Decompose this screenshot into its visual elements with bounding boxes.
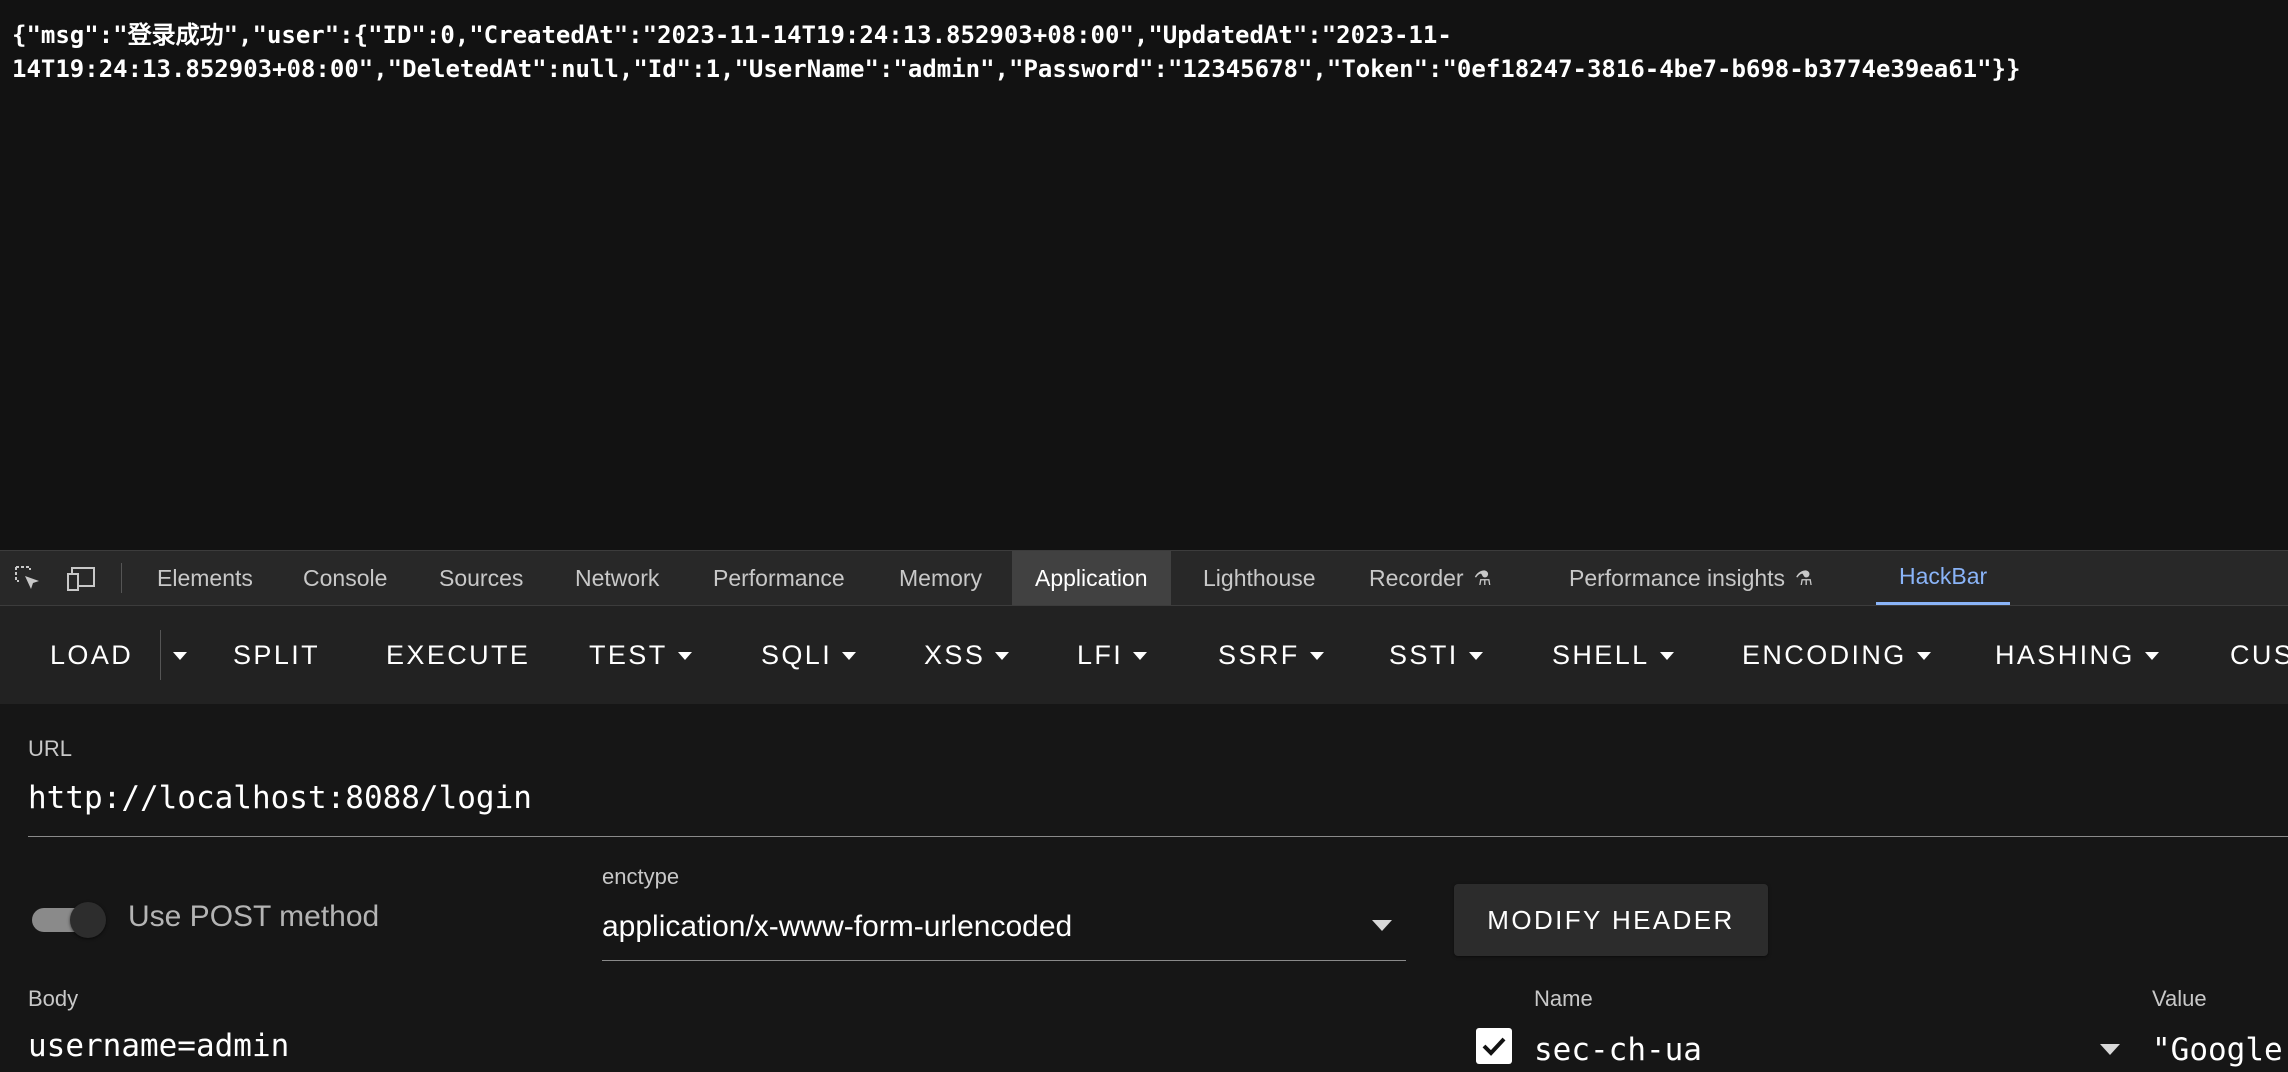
test-menu-button[interactable]: TEST bbox=[589, 606, 692, 704]
shell-menu-button[interactable]: SHELL bbox=[1552, 606, 1674, 704]
header-value-input[interactable]: "Google bbox=[2152, 1032, 2283, 1068]
body-label: Body bbox=[28, 986, 79, 1011]
url-input-underline bbox=[28, 836, 2288, 837]
tab-application[interactable]: Application bbox=[1012, 551, 1171, 605]
tab-console[interactable]: Console bbox=[280, 551, 410, 605]
header-enabled-checkbox[interactable] bbox=[1476, 1028, 1512, 1064]
lfi-menu-button[interactable]: LFI bbox=[1077, 606, 1148, 704]
chevron-down-icon bbox=[1133, 652, 1148, 660]
devtools-panel: Elements Console Sources Network Perform… bbox=[0, 550, 2288, 1072]
modify-header-button[interactable]: MODIFY HEADER bbox=[1454, 884, 1768, 956]
custom-menu-button[interactable]: CUS bbox=[2230, 606, 2288, 704]
chevron-down-icon bbox=[2144, 652, 2159, 660]
json-response: {"msg":"登录成功","user":{"ID":0,"CreatedAt"… bbox=[12, 18, 2272, 86]
response-line-2: 14T19:24:13.852903+08:00","DeletedAt":nu… bbox=[12, 55, 2021, 83]
header-value-label: Value bbox=[2152, 986, 2207, 1011]
chevron-down-icon[interactable] bbox=[1372, 920, 1392, 931]
tab-performance-insights[interactable]: Performance insights ⚗ bbox=[1546, 551, 1836, 605]
ssrf-menu-button[interactable]: SSRF bbox=[1218, 606, 1324, 704]
body-input[interactable]: username=admin bbox=[28, 1028, 289, 1064]
sqli-menu-button[interactable]: SQLI bbox=[761, 606, 857, 704]
execute-button[interactable]: EXECUTE bbox=[386, 606, 530, 704]
devtools-tab-bar: Elements Console Sources Network Perform… bbox=[0, 550, 2288, 606]
chevron-down-icon bbox=[995, 652, 1010, 660]
tab-elements[interactable]: Elements bbox=[134, 551, 276, 605]
tab-lighthouse[interactable]: Lighthouse bbox=[1180, 551, 1339, 605]
checkmark-icon bbox=[1482, 1037, 1506, 1056]
flask-icon: ⚗ bbox=[1473, 567, 1492, 590]
url-label: URL bbox=[28, 736, 73, 761]
split-button[interactable]: SPLIT bbox=[233, 606, 320, 704]
enctype-label: enctype bbox=[602, 864, 680, 889]
chevron-down-icon bbox=[842, 652, 857, 660]
tab-performance[interactable]: Performance bbox=[690, 551, 868, 605]
response-line-1: {"msg":"登录成功","user":{"ID":0,"CreatedAt"… bbox=[12, 21, 1452, 49]
tab-recorder[interactable]: Recorder ⚗ bbox=[1346, 551, 1515, 605]
encoding-menu-button[interactable]: ENCODING bbox=[1742, 606, 1931, 704]
xss-menu-button[interactable]: XSS bbox=[924, 606, 1010, 704]
use-post-toggle[interactable] bbox=[32, 902, 106, 938]
toolbar-divider bbox=[121, 563, 122, 593]
tab-memory[interactable]: Memory bbox=[876, 551, 1005, 605]
flask-icon: ⚗ bbox=[1795, 567, 1813, 590]
inspect-element-icon[interactable] bbox=[12, 563, 44, 595]
url-input[interactable]: http://localhost:8088/login bbox=[28, 780, 532, 816]
chevron-down-icon bbox=[677, 652, 692, 660]
chevron-down-icon bbox=[1309, 652, 1324, 660]
chevron-down-icon bbox=[1916, 652, 1931, 660]
enctype-select[interactable]: application/x-www-form-urlencoded bbox=[602, 910, 1072, 944]
chevron-down-icon[interactable] bbox=[2100, 1044, 2120, 1055]
enctype-underline bbox=[602, 960, 1406, 961]
load-split-divider bbox=[160, 630, 161, 680]
header-name-input[interactable]: sec-ch-ua bbox=[1534, 1032, 1702, 1068]
use-post-label: Use POST method bbox=[128, 900, 380, 933]
tab-sources[interactable]: Sources bbox=[416, 551, 546, 605]
tab-hackbar[interactable]: HackBar bbox=[1876, 551, 2011, 605]
hackbar-menu: LOAD SPLIT EXECUTE TEST SQLI XSS LFI SSR… bbox=[0, 606, 2288, 704]
hashing-menu-button[interactable]: HASHING bbox=[1995, 606, 2159, 704]
ssti-menu-button[interactable]: SSTI bbox=[1389, 606, 1483, 704]
chevron-down-icon bbox=[1468, 652, 1483, 660]
page-content: {"msg":"登录成功","user":{"ID":0,"CreatedAt"… bbox=[0, 0, 2288, 550]
load-dropdown-icon[interactable] bbox=[172, 642, 188, 668]
header-name-label: Name bbox=[1534, 986, 1593, 1011]
chevron-down-icon bbox=[1659, 652, 1674, 660]
load-button[interactable]: LOAD bbox=[50, 606, 133, 704]
tab-network[interactable]: Network bbox=[552, 551, 682, 605]
device-toolbar-icon[interactable] bbox=[66, 563, 98, 595]
